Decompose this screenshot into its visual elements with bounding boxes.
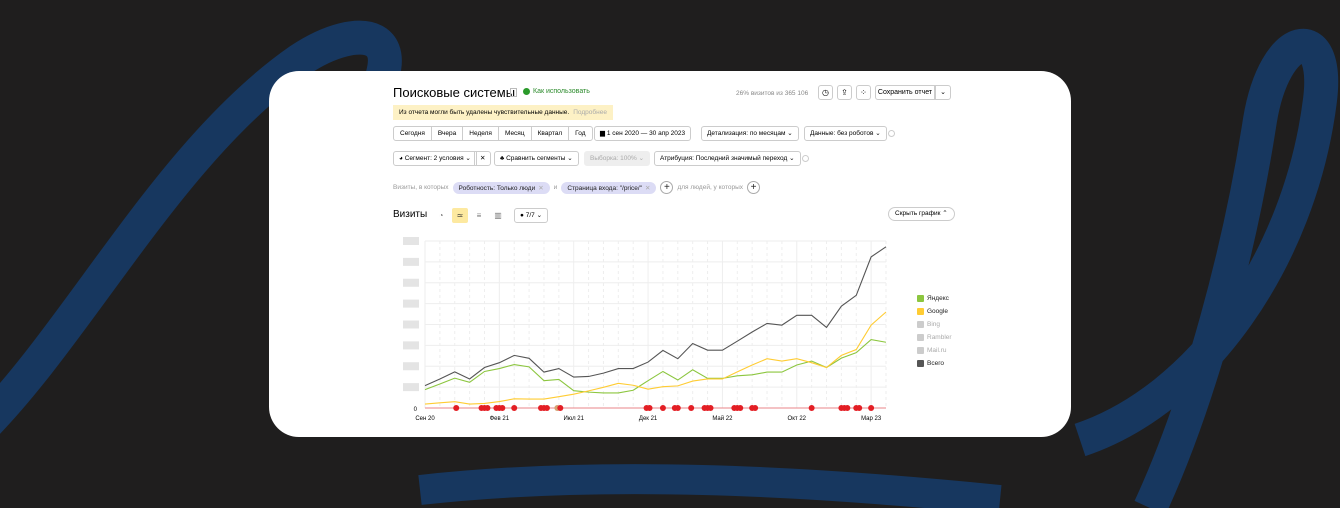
y-tick-label-blurred	[403, 257, 419, 266]
x-tick-label: Июл 21	[563, 416, 584, 422]
series-line-Google	[424, 311, 887, 405]
legend-item[interactable]: Mail.ru	[917, 347, 947, 354]
y-tick-label: 0	[414, 407, 418, 413]
y-tick-label-blurred	[403, 362, 419, 371]
legend-label: Rambler	[927, 334, 952, 341]
legend-label: Яндекс	[927, 295, 949, 302]
line-chart: 0 Сен 20 Фев 21 Июл 21 Дек 21 Май 22 Окт 22 Мар…	[403, 237, 887, 422]
y-tick-label-blurred	[403, 278, 419, 287]
annotation-marker	[844, 405, 851, 411]
annotation-marker	[688, 405, 695, 411]
annotation-marker	[511, 405, 518, 411]
checkbox-icon[interactable]	[917, 360, 924, 367]
checkbox-icon[interactable]	[917, 295, 924, 302]
y-tick-label-blurred	[403, 383, 419, 392]
annotation-marker	[868, 405, 875, 411]
annotation-marker	[737, 405, 744, 411]
report-card: Поисковые системы Как использовать 26% в…	[269, 71, 1071, 437]
legend-item[interactable]: Яндекс	[917, 295, 949, 302]
checkbox-icon[interactable]	[917, 321, 924, 328]
legend-item[interactable]: Rambler	[917, 334, 952, 341]
annotation-marker	[646, 405, 653, 411]
annotation-marker	[659, 405, 666, 411]
legend-item[interactable]: Google	[917, 308, 948, 315]
y-tick-label-blurred	[403, 320, 419, 329]
checkbox-icon[interactable]	[917, 334, 924, 341]
annotation-marker	[499, 405, 506, 411]
x-tick-label: Окт 22	[788, 416, 807, 422]
annotation-marker	[557, 405, 564, 411]
x-tick-label: Фев 21	[490, 416, 510, 422]
annotation-marker	[484, 405, 491, 411]
x-tick-label: Мар 23	[861, 416, 882, 422]
annotation-marker	[543, 405, 550, 411]
legend-label: Всего	[927, 360, 945, 367]
y-tick-label-blurred	[403, 299, 419, 308]
annotation-marker	[752, 405, 759, 411]
x-tick-label: Дек 21	[639, 416, 658, 422]
y-tick-label-blurred	[403, 341, 419, 350]
x-tick-label: Май 22	[712, 415, 733, 422]
annotation-marker	[707, 405, 714, 411]
annotation-marker	[453, 405, 460, 411]
legend-label: Google	[927, 308, 948, 315]
annotation-marker	[856, 405, 863, 411]
legend-label: Mail.ru	[927, 347, 947, 354]
legend-item[interactable]: Всего	[917, 360, 944, 367]
legend-label: Bing	[927, 321, 941, 328]
checkbox-icon[interactable]	[917, 347, 924, 354]
x-tick-label: Сен 20	[415, 416, 435, 422]
legend-item[interactable]: Bing	[917, 321, 940, 328]
checkbox-icon[interactable]	[917, 308, 924, 315]
y-tick-label-blurred	[403, 237, 419, 245]
annotation-marker	[674, 405, 681, 411]
annotation-marker	[808, 405, 815, 411]
